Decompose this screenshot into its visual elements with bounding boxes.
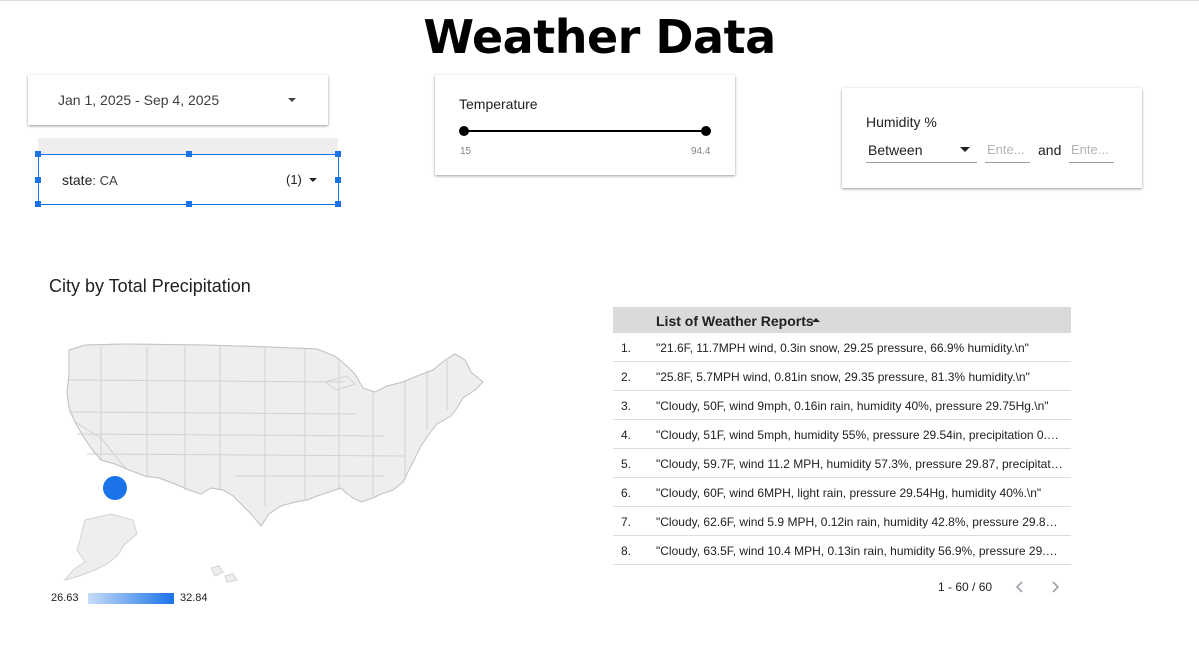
legend-max-value: 32.84 <box>180 592 208 604</box>
resize-handle-right[interactable] <box>335 177 341 183</box>
date-range-control[interactable]: Jan 1, 2025 - Sep 4, 2025 <box>28 75 328 125</box>
table-row[interactable]: 5. "Cloudy, 59.7F, wind 11.2 MPH, humidi… <box>613 449 1071 478</box>
row-text: "Cloudy, 60F, wind 6MPH, light rain, pre… <box>656 486 1042 500</box>
humidity-max-input[interactable]: Ente... <box>1069 139 1114 163</box>
resize-handle-top-right[interactable] <box>335 151 341 157</box>
row-text: "25.8F, 5.7MPH wind, 0.81in snow, 29.35 … <box>656 370 1030 384</box>
state-field-name: state <box>62 172 93 188</box>
previous-page-button[interactable] <box>1011 578 1029 596</box>
row-number: 1. <box>621 341 632 355</box>
row-text: "Cloudy, 62.6F, wind 5.9 MPH, 0.12in rai… <box>656 515 1063 529</box>
page-title: Weather Data <box>423 10 776 64</box>
state-field-value: : CA <box>92 173 118 188</box>
chevron-right-icon <box>1052 581 1060 593</box>
state-filter-label: state: CA <box>62 172 118 188</box>
next-page-button[interactable] <box>1046 578 1064 596</box>
resize-handle-top-left[interactable] <box>35 151 41 157</box>
row-text: "Cloudy, 63.5F, wind 10.4 MPH, 0.13in ra… <box>656 544 1063 558</box>
usa-map[interactable] <box>55 330 495 590</box>
chevron-left-icon <box>1015 581 1023 593</box>
precipitation-bubble-ca[interactable] <box>103 476 127 500</box>
table-row[interactable]: 2. "25.8F, 5.7MPH wind, 0.81in snow, 29.… <box>613 362 1071 391</box>
row-text: "Cloudy, 50F, wind 9mph, 0.16in rain, hu… <box>656 399 1049 413</box>
table-row[interactable]: 8. "Cloudy, 63.5F, wind 10.4 MPH, 0.13in… <box>613 536 1071 565</box>
pagination-range: 1 - 60 / 60 <box>938 580 993 594</box>
chevron-down-icon <box>288 98 296 102</box>
humidity-filter-control: Humidity % Between Ente... and Ente... <box>842 88 1142 188</box>
row-number: 5. <box>621 457 632 471</box>
chevron-down-icon <box>309 178 317 182</box>
resize-handle-bottom-left[interactable] <box>35 201 41 207</box>
table-row[interactable]: 4. "Cloudy, 51F, wind 5mph, humidity 55%… <box>613 420 1071 449</box>
slider-thumb-max[interactable] <box>701 126 711 136</box>
map-title: City by Total Precipitation <box>49 276 251 296</box>
table-header[interactable]: List of Weather Reports <box>613 307 1071 333</box>
map-land <box>63 343 484 583</box>
temperature-max-value: 94.4 <box>691 146 711 157</box>
legend-min-value: 26.63 <box>51 592 79 604</box>
row-text: "Cloudy, 59.7F, wind 11.2 MPH, humidity … <box>656 457 1063 471</box>
temperature-min-value: 15 <box>460 146 472 157</box>
row-number: 4. <box>621 428 632 442</box>
table-row[interactable]: 6. "Cloudy, 60F, wind 6MPH, light rain, … <box>613 478 1071 507</box>
table-row[interactable]: 7. "Cloudy, 62.6F, wind 5.9 MPH, 0.12in … <box>613 507 1071 536</box>
temperature-slider-control: Temperature 15 94.4 <box>435 75 735 175</box>
legend-gradient-bar <box>88 593 174 604</box>
slider-track[interactable] <box>464 130 706 132</box>
state-filter-control[interactable]: state: CA (1) <box>35 151 341 207</box>
usa-map-svg <box>63 343 484 583</box>
table-row[interactable]: 3. "Cloudy, 50F, wind 9mph, 0.16in rain,… <box>613 391 1071 420</box>
row-number: 8. <box>621 544 632 558</box>
resize-handle-bottom[interactable] <box>186 201 192 207</box>
humidity-and-label: and <box>1038 142 1062 158</box>
sort-ascending-icon <box>812 318 820 322</box>
slider-thumb-min[interactable] <box>459 126 469 136</box>
temperature-label: Temperature <box>459 96 538 112</box>
humidity-min-input[interactable]: Ente... <box>985 139 1030 163</box>
row-number: 3. <box>621 399 632 413</box>
row-number: 2. <box>621 370 632 384</box>
row-text: "21.6F, 11.7MPH wind, 0.3in snow, 29.25 … <box>656 341 1029 355</box>
resize-handle-left[interactable] <box>35 177 41 183</box>
humidity-label: Humidity % <box>866 114 937 130</box>
humidity-operator-value: Between <box>868 142 923 158</box>
state-selection-count: (1) <box>286 172 302 187</box>
dropdown-arrow-icon <box>960 147 970 152</box>
top-divider <box>0 0 1199 1</box>
date-range-value: Jan 1, 2025 - Sep 4, 2025 <box>58 92 220 108</box>
row-number: 7. <box>621 515 632 529</box>
humidity-operator-select[interactable]: Between <box>866 139 977 163</box>
resize-handle-bottom-right[interactable] <box>335 201 341 207</box>
row-number: 6. <box>621 486 632 500</box>
table-column-header: List of Weather Reports <box>656 313 814 329</box>
table-row[interactable]: 1. "21.6F, 11.7MPH wind, 0.3in snow, 29.… <box>613 333 1071 362</box>
row-text: "Cloudy, 51F, wind 5mph, humidity 55%, p… <box>656 428 1063 442</box>
resize-handle-top[interactable] <box>186 151 192 157</box>
